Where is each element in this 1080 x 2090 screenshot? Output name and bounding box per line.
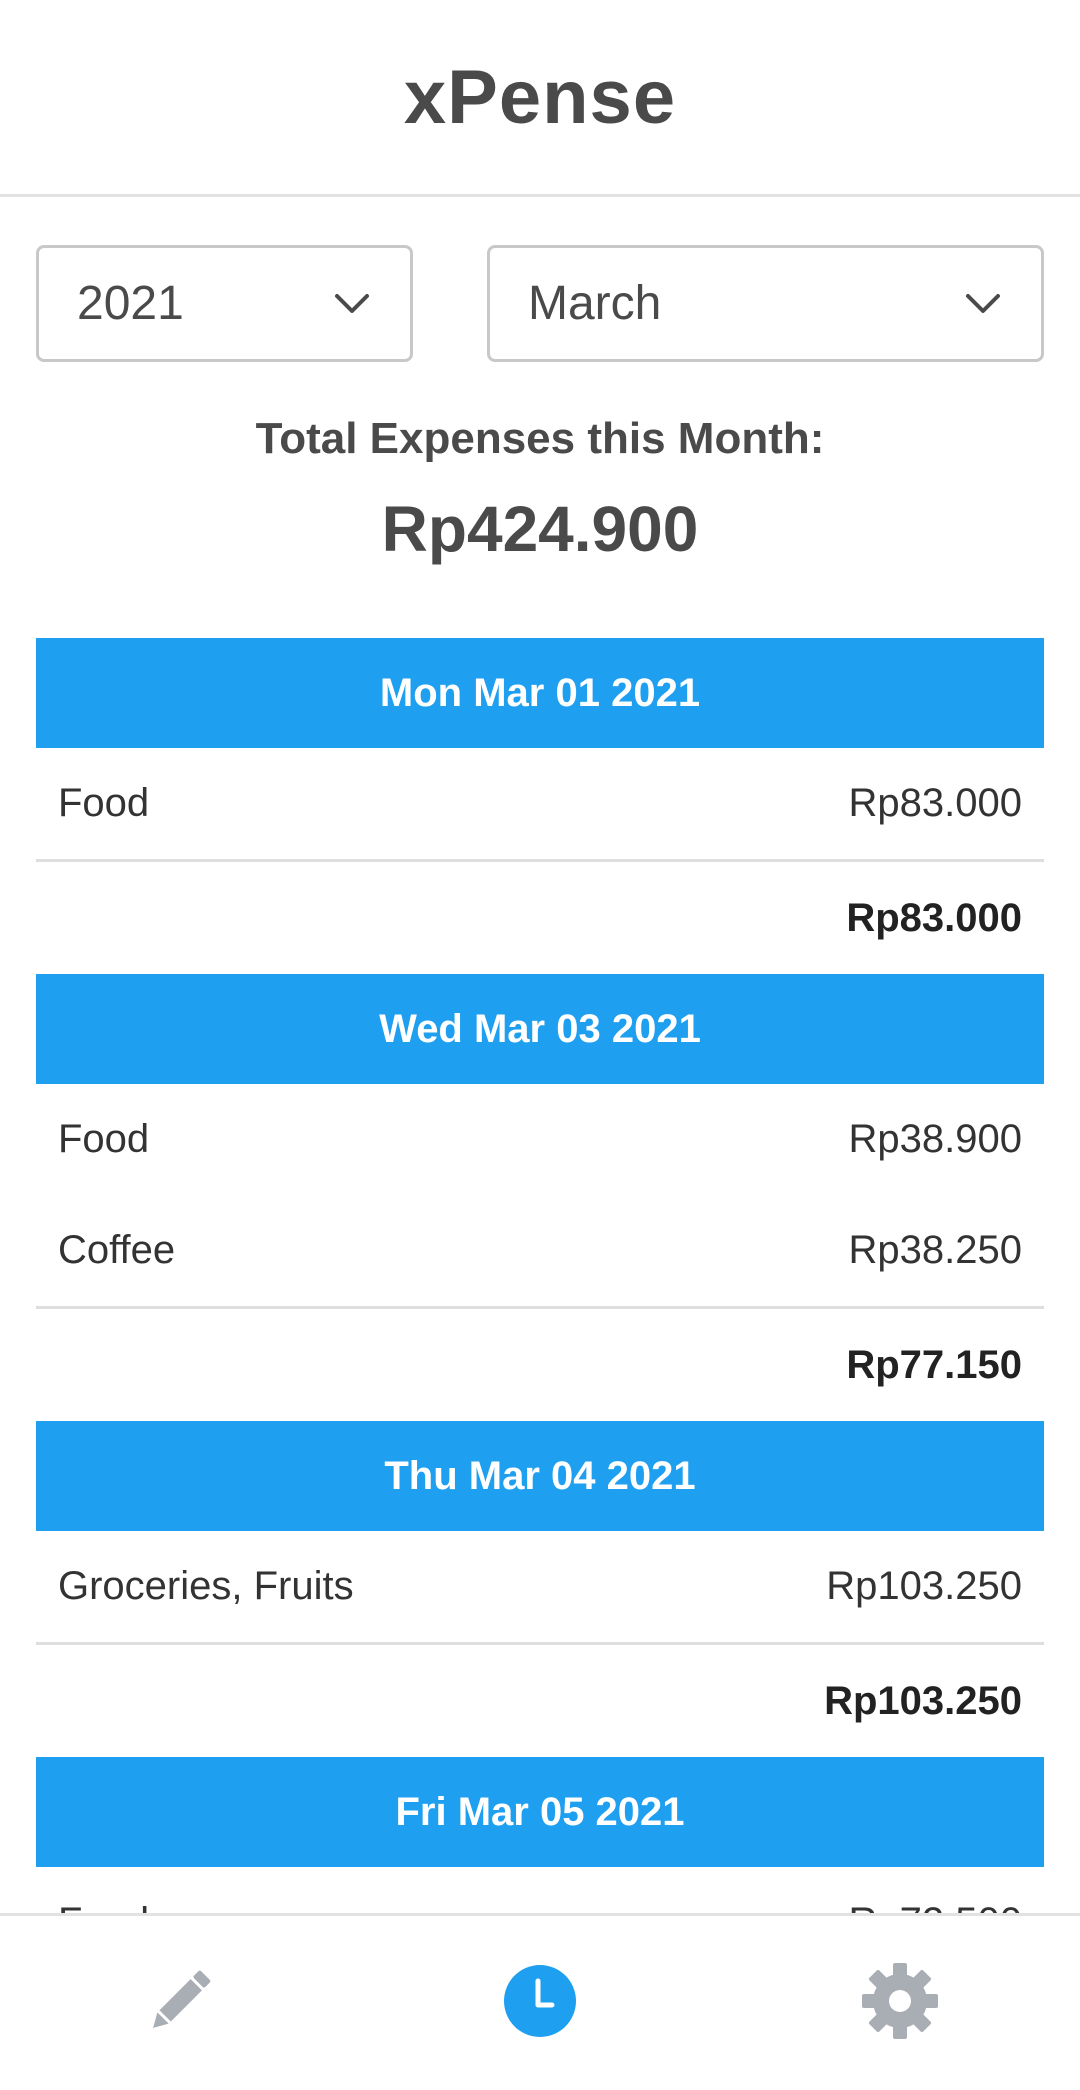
expense-name: Food <box>58 781 150 825</box>
clock-icon <box>502 1963 578 2044</box>
app-root: xPense 2021 March Total Expenses this Mo… <box>0 0 1080 2090</box>
expense-amount: Rp103.250 <box>826 1564 1022 1608</box>
chevron-down-icon <box>332 284 372 324</box>
day-total: Rp77.150 <box>846 1342 1022 1387</box>
expense-row[interactable]: Groceries, Fruits Rp103.250 <box>36 1531 1044 1642</box>
expense-row[interactable]: Food Rp83.000 <box>36 748 1044 859</box>
monthly-summary: Total Expenses this Month: Rp424.900 <box>0 414 1080 566</box>
day-total: Rp83.000 <box>846 895 1022 940</box>
expense-name: Coffee <box>58 1228 176 1272</box>
expense-row[interactable]: Coffee Rp38.250 <box>36 1195 1044 1306</box>
chevron-down-icon <box>963 284 1003 324</box>
bottom-nav <box>0 1913 1080 2090</box>
day-header: Fri Mar 05 2021 <box>36 1757 1044 1867</box>
year-select[interactable]: 2021 <box>36 245 413 362</box>
expense-amount: Rp38.900 <box>848 1117 1022 1161</box>
expense-name: Groceries, Fruits <box>58 1564 354 1608</box>
app-header: xPense <box>0 0 1080 197</box>
nav-history-button[interactable] <box>495 1958 585 2048</box>
nav-add-expense-button[interactable] <box>135 1958 225 2048</box>
summary-total: Rp424.900 <box>381 493 699 565</box>
expense-amount: Rp38.250 <box>848 1228 1022 1272</box>
pencil-icon <box>140 1961 220 2046</box>
day-header: Wed Mar 03 2021 <box>36 974 1044 1084</box>
filters-bar: 2021 March <box>0 197 1080 362</box>
expense-amount: Rp83.000 <box>848 781 1022 825</box>
expense-name: Food <box>58 1117 150 1161</box>
day-header: Mon Mar 01 2021 <box>36 638 1044 748</box>
summary-label: Total Expenses this Month: <box>255 414 825 463</box>
expense-list: Mon Mar 01 2021 Food Rp83.000 Rp83.000 W… <box>36 638 1044 1978</box>
expense-row[interactable]: Food Rp38.900 <box>36 1084 1044 1195</box>
day-total: Rp103.250 <box>824 1678 1022 1723</box>
gear-icon <box>861 1962 939 2045</box>
month-select[interactable]: March <box>487 245 1044 362</box>
day-header: Thu Mar 04 2021 <box>36 1421 1044 1531</box>
app-title: xPense <box>403 54 677 140</box>
nav-settings-button[interactable] <box>855 1958 945 2048</box>
year-select-value: 2021 <box>77 277 184 330</box>
month-select-value: March <box>528 277 662 330</box>
